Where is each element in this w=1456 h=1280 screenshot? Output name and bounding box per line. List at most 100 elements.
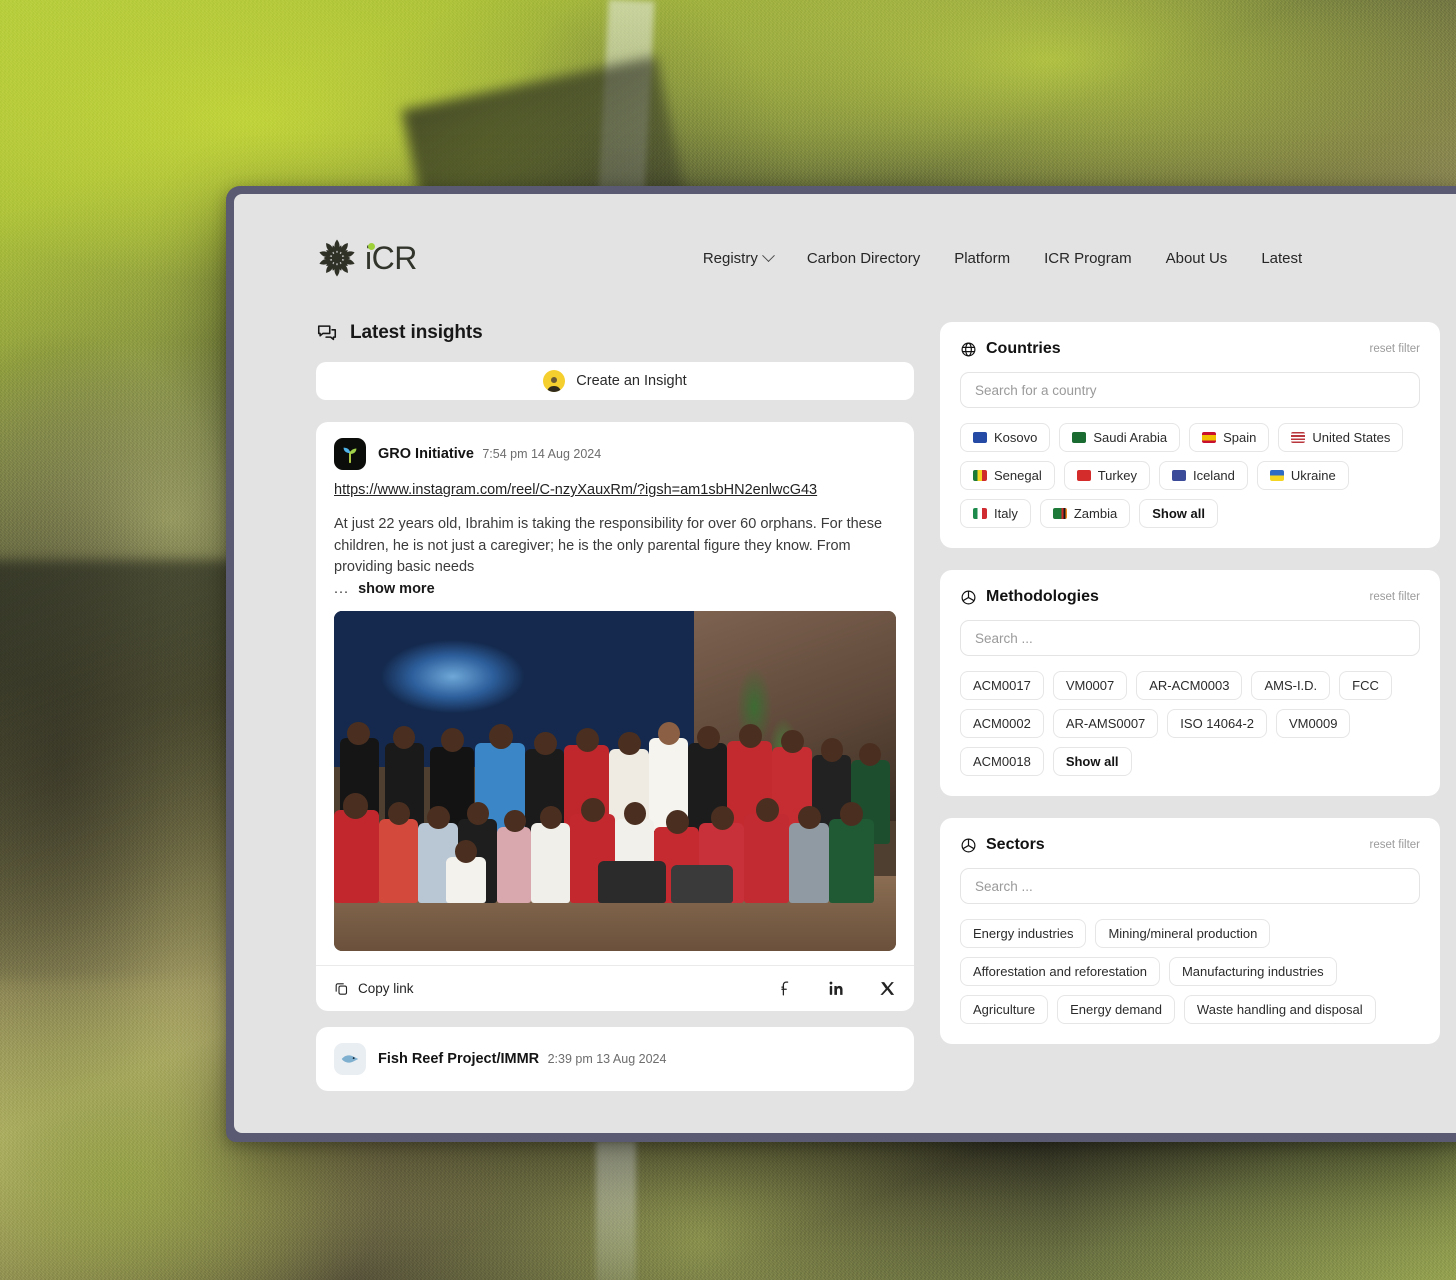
main-nav: Registry Carbon Directory Platform ICR P… (702, 248, 1302, 267)
country-chip-zambia[interactable]: Zambia (1039, 499, 1131, 528)
methodology-chip[interactable]: AR-AMS0007 (1052, 709, 1159, 738)
flag-icon (973, 508, 987, 519)
show-more-button[interactable]: show more (358, 581, 435, 597)
sector-chip[interactable]: Mining/mineral production (1095, 919, 1271, 948)
brand-accent-dot (368, 242, 375, 250)
methodology-chip[interactable]: VM0007 (1052, 671, 1128, 700)
fish-reef-project-logo[interactable] (334, 1042, 366, 1075)
nav-item-about-us[interactable]: About Us (1166, 250, 1228, 267)
post-ellipsis: ... (334, 580, 350, 597)
country-search-input[interactable] (960, 372, 1420, 408)
reset-filter-button[interactable]: reset filter (1370, 591, 1421, 603)
sector-chip[interactable]: Waste handling and disposal (1183, 995, 1376, 1024)
panel-title: Sectors (960, 836, 1045, 854)
sector-chip-list: Energy industries Mining/mineral product… (960, 919, 1420, 1024)
fish-icon (341, 1054, 359, 1063)
insight-post: GRO Initiative 7:54 pm 14 Aug 2024 https… (316, 422, 914, 1011)
sector-search-input[interactable] (960, 868, 1420, 904)
create-insight-button[interactable]: Create an Insight (316, 362, 914, 400)
country-chip-united-states[interactable]: United States (1278, 423, 1404, 452)
post-author: GRO Initiative (378, 446, 474, 462)
brand-logo[interactable]: iCR (316, 237, 417, 279)
sector-chip[interactable]: Energy demand (1057, 995, 1175, 1024)
post-author: Fish Reef Project/IMMR (378, 1050, 540, 1067)
methodology-chip[interactable]: ISO 14064-2 (1167, 709, 1268, 738)
wallpaper-ridge-left (0, 560, 240, 980)
filters-sidebar: Countries reset filter Kosovo Saudi Arab… (940, 322, 1440, 1091)
chip-label: Kosovo (994, 430, 1038, 445)
country-chip-turkey[interactable]: Turkey (1063, 461, 1150, 490)
sector-icon (961, 590, 976, 604)
nav-item-platform[interactable]: Platform (954, 250, 1010, 267)
post-footer: Copy link (316, 964, 914, 1011)
methodologies-show-all-button[interactable]: Show all (1052, 747, 1132, 776)
methodology-chip[interactable]: AR-ACM0003 (1136, 671, 1243, 700)
methodology-chip[interactable]: FCC (1339, 671, 1392, 700)
chip-label: United States (1312, 430, 1391, 445)
sector-chip[interactable]: Manufacturing industries (1168, 957, 1337, 986)
chip-label: Senegal (994, 468, 1042, 483)
copy-icon (335, 982, 348, 995)
methodology-chip[interactable]: ACM0018 (960, 747, 1044, 776)
brand-wordmark: iCR (365, 240, 417, 277)
countries-show-all-button[interactable]: Show all (1139, 499, 1218, 528)
chip-label: Turkey (1097, 468, 1137, 483)
methodology-chip[interactable]: ACM0002 (960, 709, 1044, 738)
chip-label: Zambia (1073, 506, 1118, 521)
methodology-chip[interactable]: AMS-I.D. (1251, 671, 1331, 700)
sector-chip[interactable]: Agriculture (960, 995, 1049, 1024)
browser-window: iCR Registry Carbon Directory Platform I… (226, 186, 1456, 1142)
panel-title-text: Sectors (986, 836, 1045, 853)
chip-label: Iceland (1192, 468, 1235, 483)
flag-icon (1202, 432, 1217, 443)
flag-icon (1171, 470, 1186, 481)
icr-mandala-icon (319, 239, 355, 277)
country-chip-ukraine[interactable]: Ukraine (1256, 461, 1349, 490)
post-body: At just 22 years old, Ibrahim is taking … (334, 516, 883, 575)
panel-title: Countries (960, 340, 1061, 358)
methodology-chip-list: ACM0017 VM0007 AR-ACM0003 AMS-I.D. FCC A… (960, 671, 1420, 776)
sector-chip[interactable]: Afforestation and reforestation (960, 957, 1160, 986)
nav-label: About Us (1165, 249, 1228, 267)
linkedin-icon[interactable] (828, 980, 845, 997)
panel-header: Countries reset filter (960, 340, 1420, 358)
nav-item-latest[interactable]: Latest (1261, 250, 1302, 267)
sector-chip[interactable]: Energy industries (960, 919, 1087, 948)
filter-panel-sectors: Sectors reset filter Energy industries M… (940, 818, 1440, 1044)
methodology-chip[interactable]: ACM0017 (960, 671, 1044, 700)
nav-item-registry[interactable]: Registry (702, 248, 775, 267)
chip-label: Italy (994, 506, 1018, 521)
panel-title: Methodologies (960, 588, 1099, 606)
country-chip-senegal[interactable]: Senegal (960, 461, 1055, 490)
gro-initiative-logo[interactable] (334, 438, 366, 470)
user-avatar (543, 370, 566, 392)
country-chip-kosovo[interactable]: Kosovo (960, 423, 1051, 452)
country-chip-saudi-arabia[interactable]: Saudi Arabia (1059, 423, 1181, 452)
page-body: Latest insights Create an Insight GRO In… (234, 322, 1456, 1091)
browser-viewport: iCR Registry Carbon Directory Platform I… (234, 194, 1456, 1133)
nav-label: Latest (1261, 249, 1303, 267)
facebook-icon[interactable] (777, 980, 794, 997)
methodology-search-input[interactable] (960, 620, 1420, 656)
country-chip-italy[interactable]: Italy (960, 499, 1031, 528)
flag-icon (1269, 470, 1284, 481)
methodology-chip[interactable]: VM0009 (1276, 709, 1351, 738)
flag-icon (1052, 508, 1067, 519)
reset-filter-button[interactable]: reset filter (1370, 343, 1421, 355)
post-photo[interactable] (334, 610, 896, 951)
panel-header: Methodologies reset filter (960, 588, 1420, 606)
panel-title-text: Methodologies (986, 588, 1099, 605)
nav-label: Registry (702, 249, 758, 267)
show-more-row: ... show more (316, 579, 914, 611)
reset-filter-button[interactable]: reset filter (1370, 839, 1421, 851)
nav-item-carbon-directory[interactable]: Carbon Directory (807, 250, 920, 267)
copy-link-button[interactable]: Copy link (334, 981, 414, 996)
country-chip-iceland[interactable]: Iceland (1158, 461, 1248, 490)
x-icon[interactable] (879, 980, 896, 997)
nav-item-icr-program[interactable]: ICR Program (1044, 250, 1132, 267)
flag-icon (1291, 432, 1306, 443)
post-external-link[interactable]: https://www.instagram.com/reel/C-nzyXaux… (316, 470, 914, 498)
country-chip-spain[interactable]: Spain (1189, 423, 1270, 452)
social-share-group (777, 980, 896, 997)
post-author-block: Fish Reef Project/IMMR 2:39 pm 13 Aug 20… (378, 1050, 666, 1068)
